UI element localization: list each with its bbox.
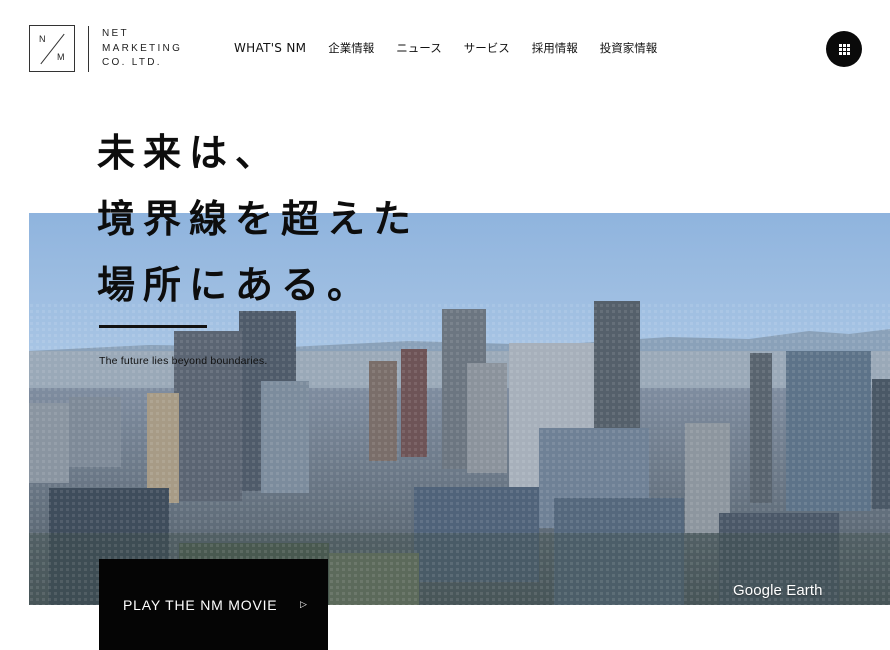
headline-line-3: 場所にある。: [97, 263, 374, 307]
play-movie-label: PLAY THE NM MOVIE: [123, 597, 278, 613]
play-movie-button[interactable]: PLAY THE NM MOVIE ▷: [99, 559, 328, 650]
logo-line-1: NET: [102, 28, 129, 39]
nav-item-news[interactable]: ニュース: [396, 40, 441, 56]
headline-rule: [99, 325, 207, 328]
logo-wordmark[interactable]: NET MARKETING CO. LTD.: [102, 27, 202, 71]
image-credit: Google Earth: [733, 582, 823, 599]
logo-mark[interactable]: N M: [29, 25, 75, 72]
play-icon: ▷: [300, 600, 307, 610]
global-nav: WHAT'S NM 企業情報 ニュース サービス 採用情報 投資家情報: [234, 40, 679, 56]
logo-divider: [88, 26, 89, 72]
logo-mark-n: N: [39, 34, 46, 44]
grid-menu-icon: [838, 43, 850, 55]
logo-line-3: CO. LTD.: [102, 57, 162, 68]
nav-item-whats-nm[interactable]: WHAT'S NM: [234, 41, 306, 55]
nav-item-company[interactable]: 企業情報: [328, 40, 374, 56]
headline-line-2: 境界線を超えた: [97, 197, 420, 241]
logo-line-2: MARKETING: [102, 42, 183, 54]
logo-mark-m: M: [57, 52, 65, 62]
hero-headline: 未来は、 境界線を超えた 場所にある。: [97, 120, 419, 318]
hero-subcopy: The future lies beyond boundaries.: [99, 355, 268, 367]
nav-item-services[interactable]: サービス: [464, 40, 510, 56]
menu-button[interactable]: [826, 31, 862, 67]
nav-item-recruit[interactable]: 採用情報: [532, 40, 578, 56]
nav-item-investors[interactable]: 投資家情報: [600, 40, 658, 56]
headline-line-1: 未来は、: [97, 131, 282, 175]
